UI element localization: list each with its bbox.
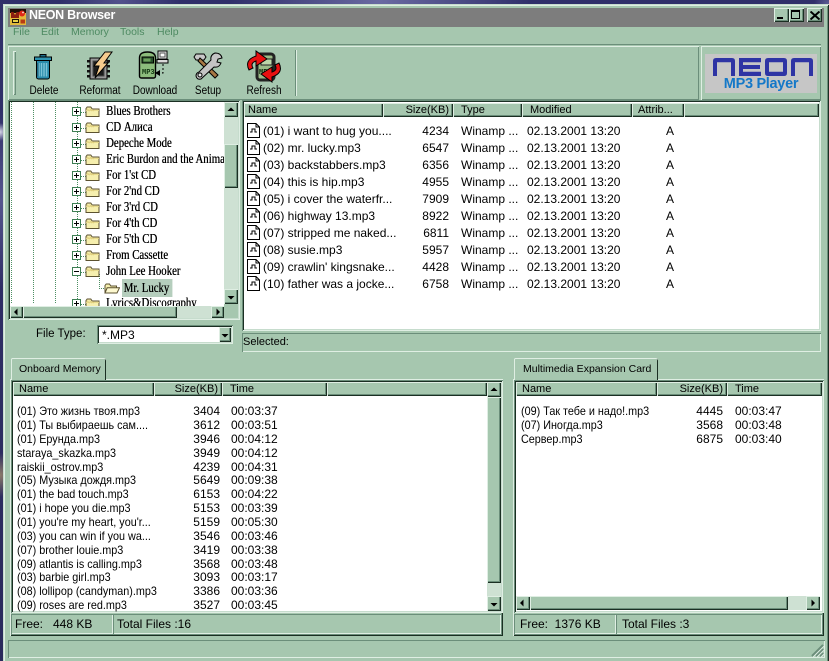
- svg-text:MP3: MP3: [142, 69, 155, 77]
